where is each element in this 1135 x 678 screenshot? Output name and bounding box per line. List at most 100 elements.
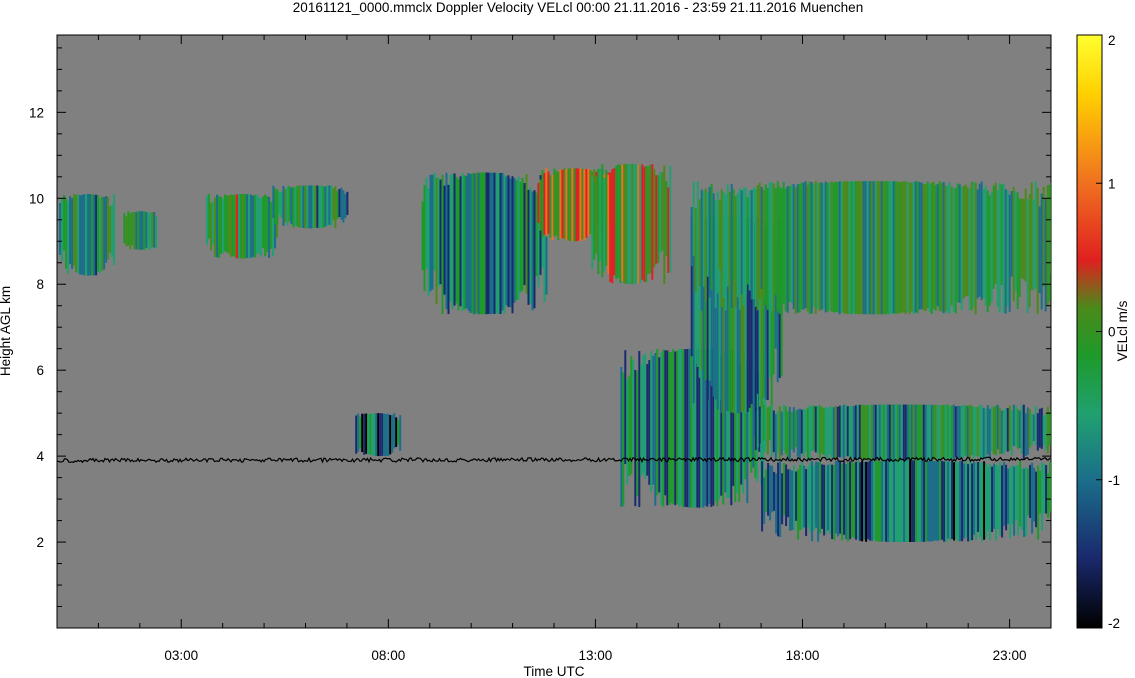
echo-streak — [622, 372, 625, 507]
echo-streak — [71, 197, 74, 269]
echo-streak — [758, 406, 761, 444]
echo-streak — [629, 163, 632, 285]
echo-streak — [365, 413, 368, 454]
echo-streak — [135, 211, 138, 250]
echo-streak — [768, 406, 771, 441]
echo-streak — [212, 201, 215, 245]
echo-streak — [636, 370, 639, 496]
echo-streak — [849, 461, 852, 540]
echo-streak — [963, 463, 966, 539]
echo-streak — [766, 407, 769, 455]
echo-streak — [1024, 188, 1027, 282]
echo-streak — [976, 407, 979, 457]
echo-streak — [752, 408, 755, 437]
echo-streak — [234, 194, 237, 258]
echo-streak — [73, 194, 76, 266]
echo-streak — [674, 351, 677, 506]
echo-streak — [765, 469, 768, 512]
colorbar-label: VELcl m/s — [1115, 300, 1130, 361]
echo-streak — [836, 406, 839, 457]
echo-streak — [569, 168, 572, 242]
echo-streak — [960, 186, 963, 310]
echo-streak — [798, 408, 801, 461]
echo-streak — [890, 404, 893, 461]
echo-streak — [803, 465, 806, 528]
echo-streak — [978, 404, 981, 458]
y-axis-label: Height AGL km — [0, 286, 13, 376]
echo-streak — [762, 189, 765, 295]
echo-streak — [107, 196, 110, 260]
echo-streak — [109, 206, 112, 253]
echo-streak — [1036, 413, 1039, 451]
echo-streak — [760, 186, 763, 289]
echo-streak — [918, 182, 921, 310]
echo-streak — [357, 413, 360, 452]
echo-streak — [481, 172, 484, 315]
echo-streak — [797, 469, 800, 540]
echo-streak — [682, 349, 685, 508]
echo-streak — [708, 186, 711, 298]
echo-streak — [680, 349, 683, 506]
echo-streak — [793, 465, 796, 530]
echo-streak — [754, 408, 757, 450]
echo-streak — [887, 460, 890, 543]
echo-streak — [696, 181, 699, 291]
echo-streak — [752, 187, 755, 300]
echo-streak — [1008, 194, 1011, 312]
echo-streak — [641, 164, 644, 280]
echo-streak — [879, 461, 882, 542]
echo-streak — [794, 410, 797, 448]
echo-streak — [1002, 183, 1005, 314]
y-tick-label: 10 — [29, 191, 44, 206]
echo-streak — [806, 407, 809, 459]
echo-streak — [1000, 184, 1003, 285]
y-tick-label: 4 — [36, 449, 44, 464]
echo-streak — [959, 460, 962, 542]
echo-streak — [844, 181, 847, 314]
echo-streak — [657, 175, 660, 263]
echo-streak — [924, 404, 927, 460]
echo-streak — [435, 177, 438, 305]
echo-streak — [1033, 467, 1036, 522]
echo-streak — [786, 186, 789, 313]
echo-streak — [988, 408, 991, 460]
echo-streak — [913, 460, 916, 542]
echo-streak — [941, 460, 944, 540]
echo-streak — [282, 185, 285, 226]
echo-streak — [902, 404, 905, 461]
echo-streak — [371, 413, 374, 456]
echo-streak — [591, 177, 594, 270]
echo-streak — [912, 181, 915, 314]
echo-streak — [925, 460, 928, 542]
echo-streak — [832, 182, 835, 313]
echo-streak — [666, 350, 669, 506]
echo-streak — [593, 183, 596, 260]
echo-streak — [1013, 466, 1016, 536]
echo-streak — [865, 461, 868, 542]
echo-streak — [222, 198, 225, 254]
echo-streak — [712, 193, 715, 285]
echo-streak — [915, 460, 918, 542]
echo-streak — [911, 460, 914, 542]
echo-streak — [531, 191, 534, 311]
echo-streak — [459, 176, 462, 307]
echo-streak — [210, 202, 213, 251]
echo-streak — [850, 181, 853, 314]
echo-streak — [906, 404, 909, 461]
echo-streak — [802, 409, 805, 457]
echo-streak — [778, 406, 781, 460]
echo-streak — [986, 190, 989, 313]
echo-streak — [1015, 465, 1018, 521]
echo-streak — [882, 181, 885, 315]
echo-streak — [589, 170, 592, 234]
echo-streak — [603, 177, 606, 272]
echo-streak — [533, 190, 536, 309]
echo-streak — [555, 170, 558, 236]
echo-streak — [1021, 468, 1024, 531]
echo-streak — [973, 462, 976, 535]
echo-streak — [835, 461, 838, 534]
y-tick-label: 2 — [36, 535, 44, 550]
echo-streak — [710, 184, 713, 291]
echo-streak — [151, 212, 154, 248]
echo-streak — [615, 165, 618, 280]
